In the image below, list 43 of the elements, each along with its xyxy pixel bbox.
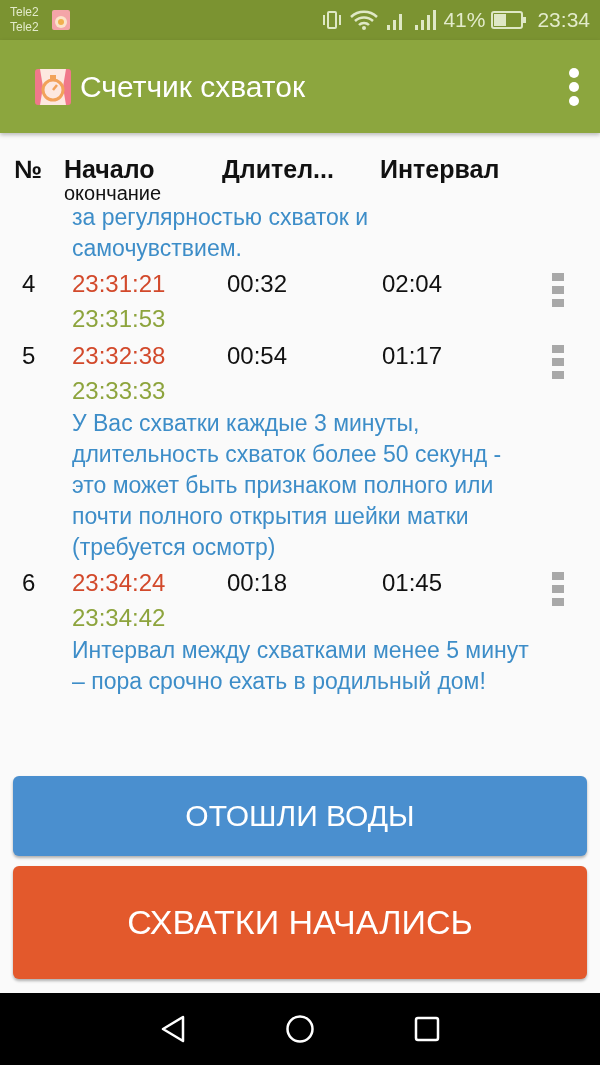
row-number: 5 <box>22 341 37 371</box>
duration: 00:32 <box>227 269 289 299</box>
end-time: 23:31:53 <box>72 304 167 334</box>
duration: 00:18 <box>227 568 289 598</box>
row-number: 4 <box>22 269 37 299</box>
column-subheader: окончание <box>64 184 163 202</box>
signal-icon <box>413 9 438 31</box>
column-header: Интервал <box>380 155 500 184</box>
action-button[interactable]: ОТОШЛИ ВОДЫ <box>13 776 587 856</box>
battery-percent: 41% <box>443 8 486 32</box>
carrier-name: Tele2 <box>10 20 39 35</box>
advice-text: Интервал между схватками менее 5 минут – пора срочно ехать в родильный дом! <box>71 636 530 696</box>
column-header: Длител... <box>222 155 335 184</box>
interval: 01:17 <box>382 341 444 371</box>
battery-icon <box>491 10 528 30</box>
advice-text: за регулярностью схваток и самочувствием. <box>71 203 370 263</box>
start-time: 23:32:38 <box>72 341 167 371</box>
end-time: 23:34:42 <box>72 603 167 633</box>
app-notification-icon <box>50 9 71 31</box>
start-time: 23:31:21 <box>72 269 167 299</box>
interval: 02:04 <box>382 269 444 299</box>
row-menu-icon[interactable] <box>552 345 564 379</box>
end-time: 23:33:33 <box>72 376 167 406</box>
row-menu-icon[interactable] <box>552 572 564 606</box>
advice-text: У Вас схватки каждые 3 минуты, длительность схваток более 50 секунд - это может быть признаком полного или почти полного открытия шейки матки (требуется осмотр) <box>71 409 503 562</box>
duration: 00:54 <box>227 341 289 371</box>
home-icon[interactable] <box>285 1014 315 1044</box>
stopwatch-icon <box>34 67 72 106</box>
row-number: 6 <box>22 568 37 598</box>
vibrate-icon <box>321 9 344 31</box>
recents-icon[interactable] <box>414 1016 441 1042</box>
start-time: 23:34:24 <box>72 568 167 598</box>
app-title: Счетчик схваток <box>80 69 307 104</box>
back-icon[interactable] <box>159 1015 186 1043</box>
action-button[interactable]: СХВАТКИ НАЧАЛИСЬ <box>13 866 587 979</box>
overflow-menu-icon[interactable] <box>568 66 580 107</box>
clock-time: 23:34 <box>537 8 590 32</box>
interval: 01:45 <box>382 568 444 598</box>
carrier-name: Tele2 <box>10 5 39 20</box>
wifi-icon <box>349 9 380 31</box>
row-menu-icon[interactable] <box>552 273 564 307</box>
column-header: Начало <box>64 155 156 184</box>
column-header: № <box>14 155 43 184</box>
